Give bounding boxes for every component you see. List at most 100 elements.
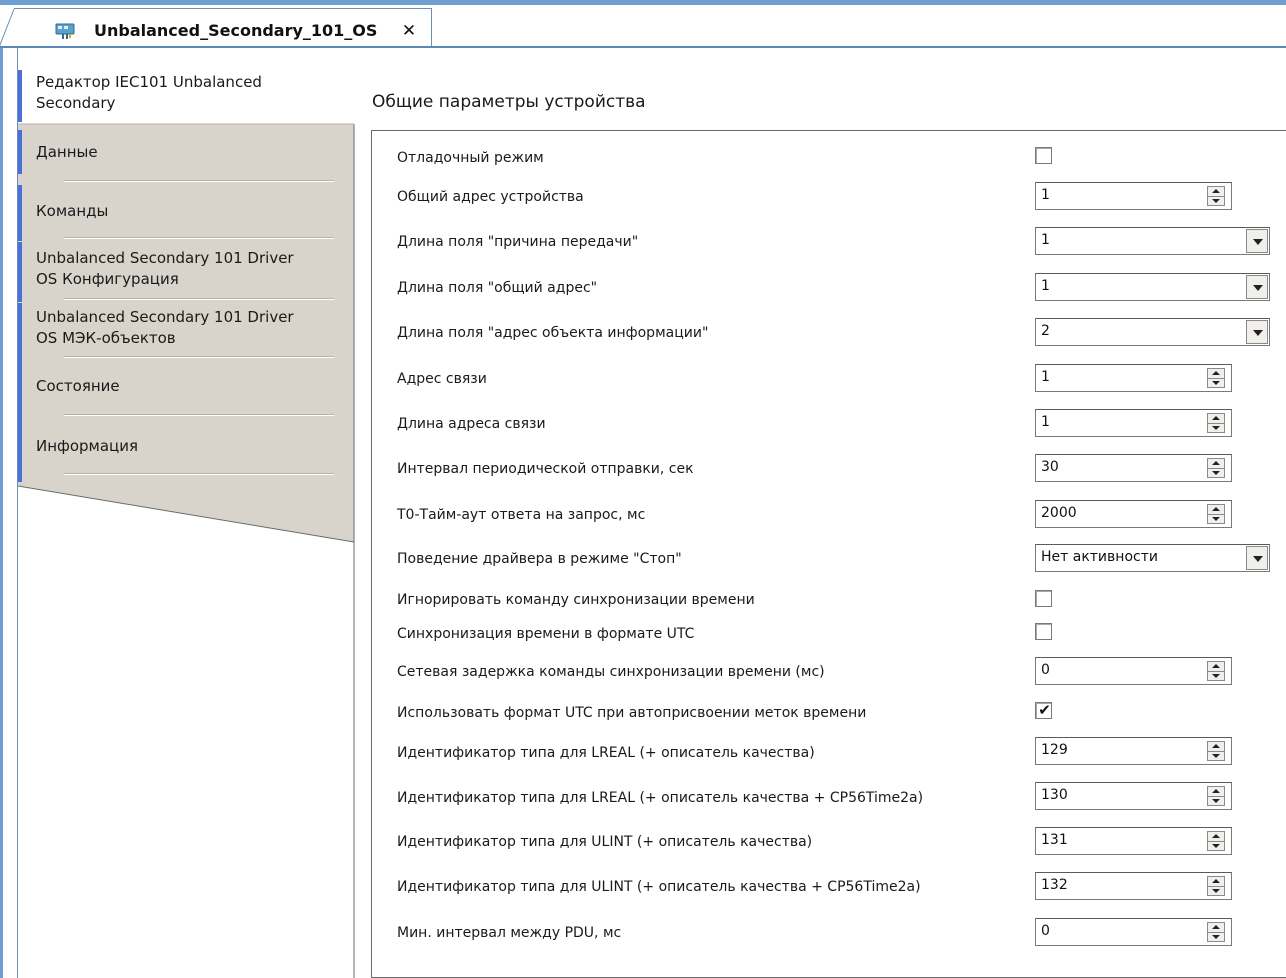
sidebar-item-driver-iec-objects[interactable]: Unbalanced Secondary 101 Driver OS МЭК-о… [18, 303, 352, 365]
select-value: 1 [1041, 278, 1050, 294]
param-label-periodic-interval: Интервал периодической отправки, сек [397, 461, 694, 477]
min-pdu-interval-stepper[interactable]: 0 [1035, 918, 1232, 946]
stepper-value: 30 [1041, 459, 1059, 475]
stepper-value: 130 [1041, 787, 1068, 803]
spin-buttons[interactable] [1207, 186, 1225, 206]
device-icon [54, 21, 76, 41]
sidebar-item-editor[interactable]: Редактор IEC101 Unbalanced Secondary [18, 70, 352, 122]
common-address-stepper[interactable]: 1 [1035, 182, 1232, 210]
ioa-length-select[interactable]: 2 [1035, 318, 1270, 346]
sidebar-separator [64, 357, 334, 358]
tab-unbalanced-secondary[interactable]: Unbalanced_Secondary_101_OS ✕ [0, 8, 432, 50]
param-label-ulint-quality-time: Идентификатор типа для ULINT (+ описател… [397, 879, 921, 895]
spin-buttons[interactable] [1207, 741, 1225, 761]
param-label-network-delay: Сетевая задержка команды синхронизации в… [397, 664, 825, 680]
ulint-quality-time-typeid-stepper[interactable]: 132 [1035, 872, 1232, 900]
sidebar-item-label: OS МЭК-объектов [36, 329, 176, 347]
select-value: Нет активности [1041, 549, 1158, 565]
sidebar-item-commands[interactable]: Команды [18, 185, 352, 241]
sidebar-item-label: Secondary [36, 94, 116, 112]
sidebar-item-label: Unbalanced Secondary 101 Driver [36, 249, 294, 267]
ca-length-select[interactable]: 1 [1035, 273, 1270, 301]
network-delay-stepper[interactable]: 0 [1035, 657, 1232, 685]
t0-timeout-stepper[interactable]: 2000 [1035, 500, 1232, 528]
ignore-time-sync-checkbox[interactable] [1035, 590, 1052, 607]
link-address-length-stepper[interactable]: 1 [1035, 409, 1232, 437]
debug-mode-checkbox[interactable] [1035, 147, 1052, 164]
param-label-utc-autotimestamp: Использовать формат UTC при автоприсвоен… [397, 705, 867, 721]
param-label-common-address: Общий адрес устройства [397, 189, 584, 205]
spin-buttons[interactable] [1207, 458, 1225, 478]
sidebar-separator [64, 238, 334, 239]
sidebar-item-data[interactable]: Данные [18, 130, 352, 182]
stepper-value: 0 [1041, 923, 1050, 939]
sidebar-background [18, 58, 355, 978]
cot-length-select[interactable]: 1 [1035, 227, 1270, 255]
sidebar-item-label: OS Конфигурация [36, 270, 179, 288]
stepper-value: 129 [1041, 742, 1068, 758]
param-label-debug-mode: Отладочный режим [397, 150, 544, 166]
param-label-link-address-length: Длина адреса связи [397, 416, 546, 432]
stepper-value: 1 [1041, 187, 1050, 203]
stepper-value: 2000 [1041, 505, 1077, 521]
spin-buttons[interactable] [1207, 831, 1225, 851]
stop-behavior-select[interactable]: Нет активности [1035, 544, 1270, 572]
spin-buttons[interactable] [1207, 661, 1225, 681]
sidebar-item-label: Редактор IEC101 Unbalanced [36, 73, 262, 91]
editor-sidebar: Редактор IEC101 Unbalanced Secondary Дан… [18, 58, 358, 978]
close-icon[interactable]: ✕ [398, 20, 420, 42]
sidebar-item-information[interactable]: Информация [18, 424, 352, 482]
sidebar-item-label: Информация [36, 437, 139, 455]
utc-time-sync-checkbox[interactable] [1035, 623, 1052, 640]
chevron-down-icon[interactable] [1246, 275, 1268, 299]
param-label-lreal-quality: Идентификатор типа для LREAL (+ описател… [397, 745, 815, 761]
stepper-value: 131 [1041, 832, 1068, 848]
tab-title: Unbalanced_Secondary_101_OS [94, 21, 378, 40]
sidebar-separator [64, 415, 334, 416]
stepper-value: 1 [1041, 369, 1050, 385]
select-value: 2 [1041, 323, 1050, 339]
utc-autotimestamp-checkbox[interactable]: ✔ [1035, 701, 1052, 719]
link-address-stepper[interactable]: 1 [1035, 364, 1232, 392]
param-label-t0-timeout: T0-Тайм-аут ответа на запрос, мс [397, 507, 646, 523]
sidebar-item-driver-config[interactable]: Unbalanced Secondary 101 Driver OS Конфи… [18, 242, 352, 304]
sidebar-separator [64, 299, 334, 300]
spin-buttons[interactable] [1207, 922, 1225, 942]
editor-tab-strip: Unbalanced_Secondary_101_OS ✕ [0, 0, 1286, 50]
spin-buttons[interactable] [1207, 786, 1225, 806]
lreal-quality-typeid-stepper[interactable]: 129 [1035, 737, 1232, 765]
param-label-min-pdu-interval: Мин. интервал между PDU, мс [397, 925, 622, 941]
spin-buttons[interactable] [1207, 413, 1225, 433]
tab-slant-edge [0, 8, 38, 50]
section-title: Общие параметры устройства [372, 92, 646, 112]
select-value: 1 [1041, 232, 1050, 248]
sidebar-separator [64, 181, 334, 182]
stepper-value: 1 [1041, 414, 1050, 430]
chevron-down-icon[interactable] [1246, 320, 1268, 344]
param-label-link-address: Адрес связи [397, 371, 487, 387]
lreal-quality-time-typeid-stepper[interactable]: 130 [1035, 782, 1232, 810]
spin-buttons[interactable] [1207, 876, 1225, 896]
sidebar-item-label: Команды [36, 202, 109, 220]
ulint-quality-typeid-stepper[interactable]: 131 [1035, 827, 1232, 855]
checkmark-icon: ✔ [1038, 701, 1051, 719]
spin-buttons[interactable] [1207, 504, 1225, 524]
chevron-down-icon[interactable] [1246, 229, 1268, 253]
sidebar-separator [64, 474, 334, 475]
left-frame-border [0, 48, 18, 978]
spin-buttons[interactable] [1207, 368, 1225, 388]
tab-strip-bottom-border [0, 46, 1286, 48]
param-label-cot-length: Длина поля "причина передачи" [397, 234, 639, 250]
chevron-down-icon[interactable] [1246, 546, 1268, 570]
stepper-value: 0 [1041, 662, 1050, 678]
sidebar-item-status[interactable]: Состояние [18, 364, 352, 424]
param-label-ioa-length: Длина поля "адрес объекта информации" [397, 325, 709, 341]
periodic-interval-stepper[interactable]: 30 [1035, 454, 1232, 482]
param-label-ca-length: Длина поля "общий адрес" [397, 280, 598, 296]
param-label-utc-time-sync: Синхронизация времени в формате UTC [397, 626, 695, 642]
param-label-ulint-quality: Идентификатор типа для ULINT (+ описател… [397, 834, 813, 850]
sidebar-item-label: Unbalanced Secondary 101 Driver [36, 308, 294, 326]
param-label-stop-behavior: Поведение драйвера в режиме "Стоп" [397, 551, 682, 567]
sidebar-item-label: Состояние [36, 377, 120, 395]
param-label-ignore-time-sync: Игнорировать команду синхронизации време… [397, 592, 755, 608]
